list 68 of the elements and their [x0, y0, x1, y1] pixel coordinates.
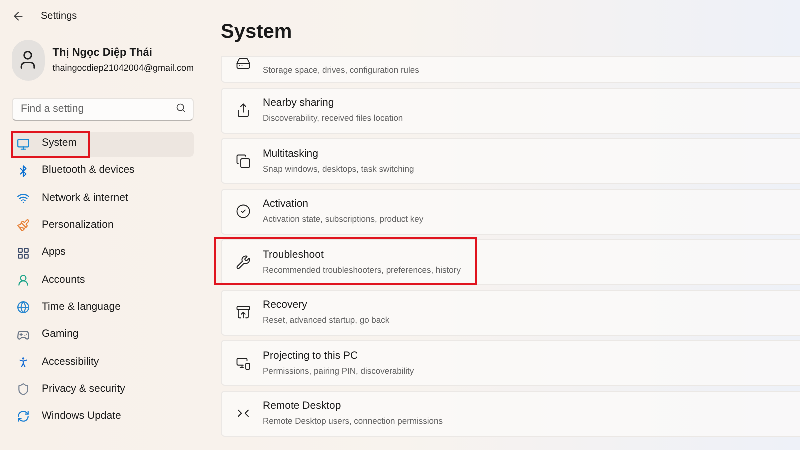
sidebar-item[interactable]: Windows Update	[12, 404, 194, 430]
card-description: Recommended troubleshooters, preferences, history	[263, 264, 461, 276]
sidebar-item[interactable]: Apps	[12, 240, 194, 266]
paintbrush-icon	[17, 219, 30, 232]
bluetooth-icon	[17, 164, 30, 178]
card-title: Nearby sharing	[263, 96, 336, 112]
card-title: Remote Desktop	[263, 399, 342, 414]
settings-card[interactable]: Recovery Reset, advanced startup, go back	[221, 290, 800, 336]
card-description: Discoverability, received files location	[263, 112, 404, 125]
settings-card[interactable]: Activation Activation state, subscriptions, product key	[221, 188, 800, 234]
sidebar-label: Accounts	[42, 272, 86, 288]
card-title: Troubleshoot	[263, 248, 325, 263]
wrench-icon	[236, 254, 251, 270]
search-icon	[176, 102, 186, 112]
card-title: Activation	[263, 197, 310, 212]
card-description: Remote Desktop users, connection permissions	[263, 415, 443, 428]
settings-card[interactable]: Storage space, drives, configuration rules	[221, 56, 800, 83]
sidebar-item[interactable]: Gaming	[12, 322, 194, 348]
back-icon[interactable]	[12, 10, 25, 22]
search-field[interactable]: Find a setting	[12, 98, 194, 120]
sidebar-label: Network & internet	[42, 190, 128, 206]
sidebar-label: Gaming	[42, 327, 79, 342]
sidebar-label: Accessibility	[42, 354, 100, 370]
share-icon	[236, 103, 251, 118]
refresh-icon	[17, 410, 30, 424]
windows-icon	[236, 154, 251, 168]
sidebar-label: Apps	[42, 245, 66, 260]
sidebar-item[interactable]: Network & internet	[12, 186, 194, 212]
screens-icon	[236, 356, 251, 370]
apps-grid-icon	[17, 246, 30, 260]
card-description: Storage space, drives, configuration rules	[263, 64, 420, 77]
person-icon	[17, 274, 30, 287]
settings-card[interactable]: Nearby sharing Discoverability, received files location	[221, 88, 800, 134]
sidebar-label: System	[42, 136, 78, 152]
card-description: Activation state, subscriptions, product key	[263, 213, 424, 226]
sidebar-label: Time & language	[42, 300, 121, 315]
card-description: Permissions, pairing PIN, discoverability	[263, 364, 414, 378]
sidebar-item[interactable]: Privacy & security	[12, 377, 194, 402]
gamepad-icon	[17, 328, 30, 342]
settings-card[interactable]: Projecting to this PC Permissions, pairing PIN, discoverability	[221, 340, 800, 386]
sidebar-item[interactable]: Time & language	[12, 295, 194, 320]
sidebar-item[interactable]: Accessibility	[12, 350, 194, 375]
card-description: Reset, advanced startup, go back	[263, 314, 390, 327]
settings-card[interactable]: Remote Desktop Remote Desktop users, connection permissions	[221, 390, 800, 436]
settings-card[interactable]: Multitasking Snap windows, desktops, task switching	[221, 138, 800, 184]
sidebar-item[interactable]: Accounts	[12, 268, 194, 293]
monitor-icon	[17, 138, 30, 150]
card-title: Projecting to this PC	[263, 348, 360, 364]
sidebar-item[interactable]: Personalization	[12, 213, 194, 238]
sidebar-label: Bluetooth & devices	[42, 163, 135, 178]
check-circle-icon	[236, 204, 251, 219]
sidebar-item[interactable]: Bluetooth & devices	[12, 158, 194, 184]
card-title: Multitasking	[263, 146, 320, 162]
card-description: Snap windows, desktops, task switching	[263, 162, 414, 176]
sidebar-label: Privacy & security	[42, 382, 126, 397]
user-email: thaingocdiep21042004@gmail.com	[52, 62, 194, 75]
sidebar-label: Personalization	[42, 218, 114, 234]
globe-icon	[17, 301, 30, 314]
sidebar-label: Windows Update	[42, 409, 122, 424]
drive-icon	[236, 56, 251, 71]
recovery-icon	[236, 305, 251, 320]
card-title: Recovery	[263, 298, 308, 314]
shield-icon	[17, 383, 30, 396]
sidebar-item[interactable]: System	[12, 132, 194, 156]
user-name: Thị Ngọc Diệp Thái	[52, 46, 154, 61]
page-title: System	[221, 20, 294, 45]
window-title: Settings	[41, 10, 78, 24]
accessibility-icon	[17, 356, 30, 369]
